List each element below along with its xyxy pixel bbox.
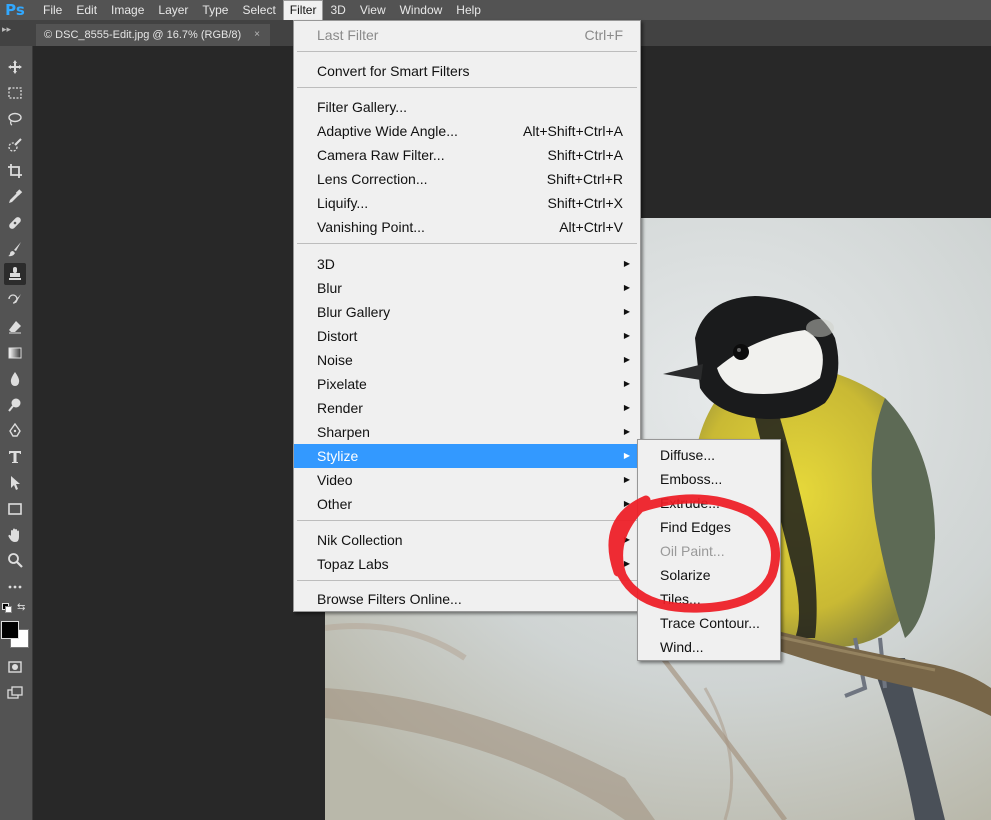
menu-item-other[interactable]: Other ▶ bbox=[294, 492, 640, 516]
submenu-item-find-edges[interactable]: Find Edges bbox=[638, 515, 780, 539]
menu-separator bbox=[297, 520, 637, 521]
submenu-arrow-icon: ▶ bbox=[623, 451, 630, 460]
marquee-tool-icon[interactable] bbox=[4, 82, 26, 104]
menu-item-vanishing-point[interactable]: Vanishing Point... Alt+Ctrl+V bbox=[294, 215, 640, 239]
brush-tool-icon[interactable] bbox=[4, 238, 26, 260]
menu-item-video[interactable]: Video ▶ bbox=[294, 468, 640, 492]
path-selection-tool-icon[interactable] bbox=[4, 472, 26, 494]
menu-item-camera-raw-filter[interactable]: Camera Raw Filter... Shift+Ctrl+A bbox=[294, 143, 640, 167]
lasso-tool-icon[interactable] bbox=[4, 108, 26, 130]
menu-view[interactable]: View bbox=[353, 0, 393, 20]
close-tab-icon[interactable]: × bbox=[254, 24, 260, 46]
clone-stamp-tool-icon[interactable] bbox=[4, 263, 26, 285]
submenu-item-diffuse[interactable]: Diffuse... bbox=[638, 443, 780, 467]
menu-item-distort[interactable]: Distort ▶ bbox=[294, 324, 640, 348]
dodge-tool-icon[interactable] bbox=[4, 394, 26, 416]
stylize-submenu: Diffuse... Emboss... Extrude... Find Edg… bbox=[637, 439, 781, 661]
submenu-arrow-icon: ▶ bbox=[623, 259, 630, 268]
menu-help[interactable]: Help bbox=[449, 0, 488, 20]
submenu-item-wind[interactable]: Wind... bbox=[638, 635, 780, 659]
more-tools-icon[interactable] bbox=[4, 576, 26, 598]
blur-tool-icon[interactable] bbox=[4, 368, 26, 390]
menu-file[interactable]: File bbox=[36, 0, 69, 20]
swap-colors-icon[interactable]: ⇆ bbox=[17, 602, 25, 613]
rectangle-tool-icon[interactable] bbox=[4, 498, 26, 520]
menu-item-last-filter: Last Filter Ctrl+F bbox=[317, 27, 623, 43]
submenu-arrow-icon: ▶ bbox=[623, 403, 630, 412]
menu-window[interactable]: Window bbox=[393, 0, 450, 20]
submenu-item-extrude[interactable]: Extrude... bbox=[638, 491, 780, 515]
menu-image[interactable]: Image bbox=[104, 0, 151, 20]
submenu-arrow-icon: ▶ bbox=[623, 427, 630, 436]
menu-item-lens-correction[interactable]: Lens Correction... Shift+Ctrl+R bbox=[294, 167, 640, 191]
type-tool-icon[interactable] bbox=[4, 446, 26, 468]
submenu-arrow-icon: ▶ bbox=[623, 379, 630, 388]
collapse-panels-icon[interactable]: ▸▸ bbox=[2, 24, 11, 35]
menu-item-topaz-labs[interactable]: Topaz Labs ▶ bbox=[294, 552, 640, 576]
menu-item-blur[interactable]: Blur ▶ bbox=[294, 276, 640, 300]
background-color-swatch[interactable] bbox=[1, 621, 19, 639]
pen-tool-icon[interactable] bbox=[4, 420, 26, 442]
document-tab[interactable]: © DSC_8555-Edit.jpg @ 16.7% (RGB/8) × bbox=[36, 24, 270, 46]
eyedropper-tool-icon[interactable] bbox=[4, 186, 26, 208]
submenu-item-trace-contour[interactable]: Trace Contour... bbox=[638, 611, 780, 635]
submenu-arrow-icon: ▶ bbox=[623, 307, 630, 316]
menu-item-adaptive-wide-angle[interactable]: Adaptive Wide Angle... Alt+Shift+Ctrl+A bbox=[294, 119, 640, 143]
eraser-tool-icon[interactable] bbox=[4, 316, 26, 338]
quick-selection-tool-icon[interactable] bbox=[4, 134, 26, 156]
menu-layer[interactable]: Layer bbox=[151, 0, 195, 20]
gradient-tool-icon[interactable] bbox=[4, 342, 26, 364]
submenu-item-emboss[interactable]: Emboss... bbox=[638, 467, 780, 491]
menu-item-stylize[interactable]: Stylize ▶ bbox=[294, 444, 640, 468]
menu-item-filter-gallery[interactable]: Filter Gallery... bbox=[294, 95, 640, 119]
filter-menu-dropdown: Last Filter Ctrl+F Convert for Smart Fil… bbox=[293, 20, 641, 612]
menu-filter[interactable]: Filter bbox=[282, 0, 324, 20]
submenu-item-solarize[interactable]: Solarize bbox=[638, 563, 780, 587]
quick-mask-icon[interactable] bbox=[4, 656, 26, 678]
menu-separator bbox=[297, 87, 637, 88]
menu-bar: Ps File Edit Image Layer Type Select Fil… bbox=[0, 0, 991, 20]
menu-separator bbox=[297, 243, 637, 244]
submenu-arrow-icon: ▶ bbox=[623, 499, 630, 508]
submenu-arrow-icon: ▶ bbox=[623, 559, 630, 568]
submenu-arrow-icon: ▶ bbox=[623, 331, 630, 340]
hand-tool-icon[interactable] bbox=[4, 524, 26, 546]
document-tab-title: © DSC_8555-Edit.jpg @ 16.7% (RGB/8) bbox=[44, 29, 242, 41]
menu-item-convert-smart-filters[interactable]: Convert for Smart Filters bbox=[294, 59, 640, 83]
zoom-tool-icon[interactable] bbox=[4, 549, 26, 571]
photoshop-logo: Ps bbox=[5, 1, 25, 19]
submenu-item-oil-paint: Oil Paint... bbox=[660, 543, 725, 559]
crop-tool-icon[interactable] bbox=[4, 160, 26, 182]
screen-mode-icon[interactable] bbox=[4, 682, 26, 704]
submenu-item-tiles[interactable]: Tiles... bbox=[638, 587, 780, 611]
menu-item-nik-collection[interactable]: Nik Collection ▶ bbox=[294, 528, 640, 552]
menu-item-sharpen[interactable]: Sharpen ▶ bbox=[294, 420, 640, 444]
submenu-arrow-icon: ▶ bbox=[623, 355, 630, 364]
menu-item-3d[interactable]: 3D ▶ bbox=[294, 252, 640, 276]
submenu-arrow-icon: ▶ bbox=[623, 535, 630, 544]
menu-select[interactable]: Select bbox=[235, 0, 282, 20]
menu-item-blur-gallery[interactable]: Blur Gallery ▶ bbox=[294, 300, 640, 324]
menu-item-render[interactable]: Render ▶ bbox=[294, 396, 640, 420]
tools-panel: ⇆ bbox=[0, 46, 33, 820]
default-colors-icon[interactable] bbox=[2, 603, 12, 613]
history-brush-tool-icon[interactable] bbox=[4, 290, 26, 312]
submenu-arrow-icon: ▶ bbox=[623, 475, 630, 484]
menu-separator bbox=[297, 51, 637, 52]
menu-separator bbox=[297, 580, 637, 581]
menu-3d[interactable]: 3D bbox=[323, 0, 352, 20]
move-tool-icon[interactable] bbox=[4, 56, 26, 78]
menu-type[interactable]: Type bbox=[195, 0, 235, 20]
menu-item-liquify[interactable]: Liquify... Shift+Ctrl+X bbox=[294, 191, 640, 215]
healing-brush-tool-icon[interactable] bbox=[4, 212, 26, 234]
submenu-arrow-icon: ▶ bbox=[623, 283, 630, 292]
menu-item-noise[interactable]: Noise ▶ bbox=[294, 348, 640, 372]
menu-item-browse-filters-online[interactable]: Browse Filters Online... bbox=[294, 587, 640, 611]
menu-edit[interactable]: Edit bbox=[69, 0, 104, 20]
menu-item-pixelate[interactable]: Pixelate ▶ bbox=[294, 372, 640, 396]
